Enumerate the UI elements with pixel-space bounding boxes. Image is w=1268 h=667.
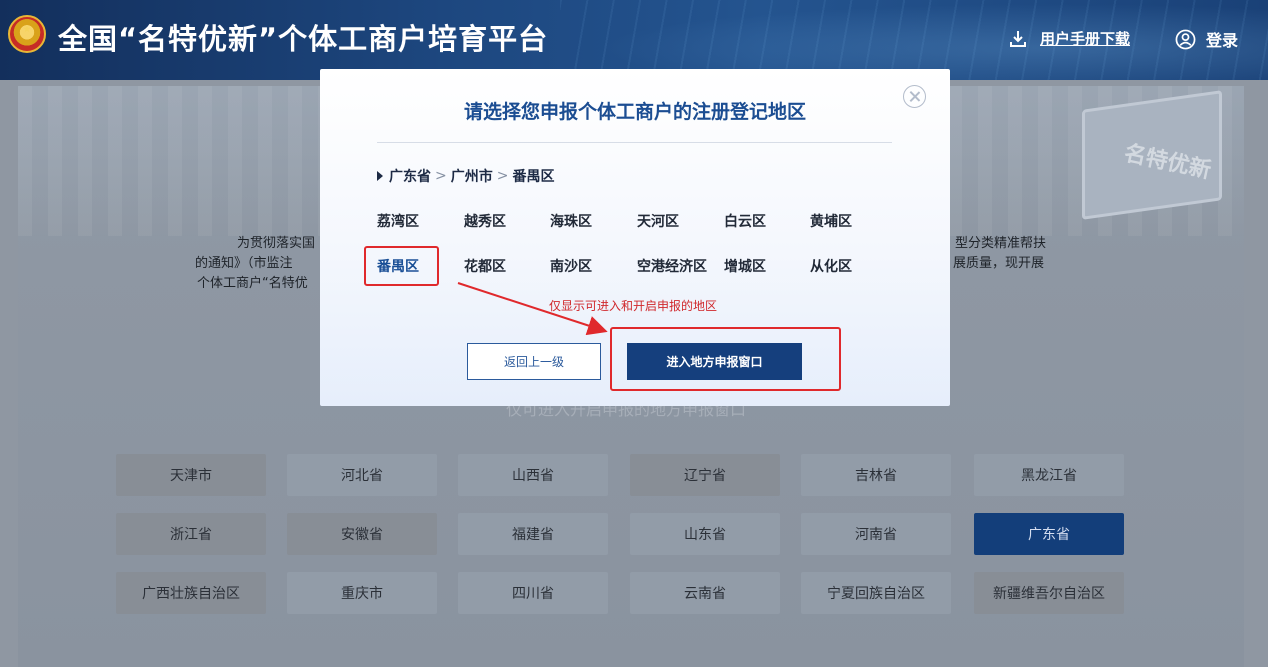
district-option[interactable]: 白云区 [724,211,766,231]
province-button[interactable]: 安徽省 [287,513,437,555]
province-button[interactable]: 山西省 [458,454,608,496]
province-button[interactable]: 山东省 [630,513,780,555]
province-button[interactable]: 四川省 [458,572,608,614]
district-option[interactable]: 海珠区 [550,211,592,231]
breadcrumb-city[interactable]: 广州市 [451,166,493,186]
breadcrumb: 广东省 > 广州市 > 番禺区 [377,166,554,186]
selected-district-highlight [364,246,439,286]
site-title: 全国“名特优新”个体工商户培育平台 [58,22,549,56]
province-button[interactable]: 广西壮族自治区 [116,572,266,614]
enter-window-button[interactable]: 进入地方申报窗口 [627,343,802,380]
user-icon [1175,29,1196,49]
province-button[interactable]: 河北省 [287,454,437,496]
district-option[interactable]: 空港经济区 [637,256,707,276]
district-option[interactable]: 越秀区 [464,211,506,231]
province-button[interactable]: 浙江省 [116,513,266,555]
back-button[interactable]: 返回上一级 [467,343,601,380]
login-link[interactable]: 登录 [1175,27,1238,51]
intro-line: 型分类精准帮扶 [955,236,1047,251]
district-option[interactable]: 黄埔区 [810,211,852,231]
breadcrumb-district: 番禺区 [512,169,555,185]
province-button[interactable]: 广东省 [974,513,1124,555]
province-button[interactable]: 新疆维吾尔自治区 [974,572,1124,614]
province-button[interactable]: 重庆市 [287,572,437,614]
close-icon[interactable] [903,85,926,108]
intro-line: 个体工商户“名特优 [197,276,308,291]
user-manual-label: 用户手册下载 [1040,30,1131,48]
province-button[interactable]: 辽宁省 [630,454,780,496]
province-button[interactable]: 福建省 [458,513,608,555]
province-button[interactable]: 黑龙江省 [974,454,1124,496]
breadcrumb-separator: > [435,168,447,184]
district-option[interactable]: 增城区 [724,256,766,276]
modal-note: 仅显示可进入和开启申报的地区 [549,299,718,313]
modal-title: 请选择您申报个体工商户的注册登记地区 [463,101,806,123]
district-option[interactable]: 天河区 [637,211,679,231]
district-option[interactable]: 从化区 [810,256,852,276]
province-button[interactable]: 河南省 [801,513,951,555]
user-manual-download-link[interactable]: 用户手册下载 [1008,28,1130,49]
breadcrumb-separator: > [496,168,509,184]
province-button[interactable]: 云南省 [630,572,780,614]
breadcrumb-province[interactable]: 广东省 [389,166,431,186]
intro-line: 展质量，现开展 [953,256,1045,271]
login-label: 登录 [1206,31,1239,50]
province-button[interactable]: 吉林省 [801,454,951,496]
download-icon [1010,30,1026,47]
district-option[interactable]: 花都区 [464,256,506,276]
district-option[interactable]: 南沙区 [550,256,592,276]
top-header: 全国“名特优新”个体工商户培育平台 用户手册下载 登录 [0,0,1268,80]
district-option[interactable]: 荔湾区 [377,211,419,231]
region-select-modal: 请选择您申报个体工商户的注册登记地区 广东省 > 广州市 > 番禺区 荔湾区 越秀… [320,69,950,406]
national-emblem-icon [8,15,46,53]
province-button[interactable]: 宁夏回族自治区 [801,572,951,614]
modal-divider [377,142,892,143]
caret-right-icon [377,171,383,181]
header-decoration [560,0,1268,80]
province-button[interactable]: 天津市 [116,454,266,496]
intro-line: 为贯彻落实国 [237,236,316,251]
intro-line: 的通知》（市监注 [195,256,293,271]
